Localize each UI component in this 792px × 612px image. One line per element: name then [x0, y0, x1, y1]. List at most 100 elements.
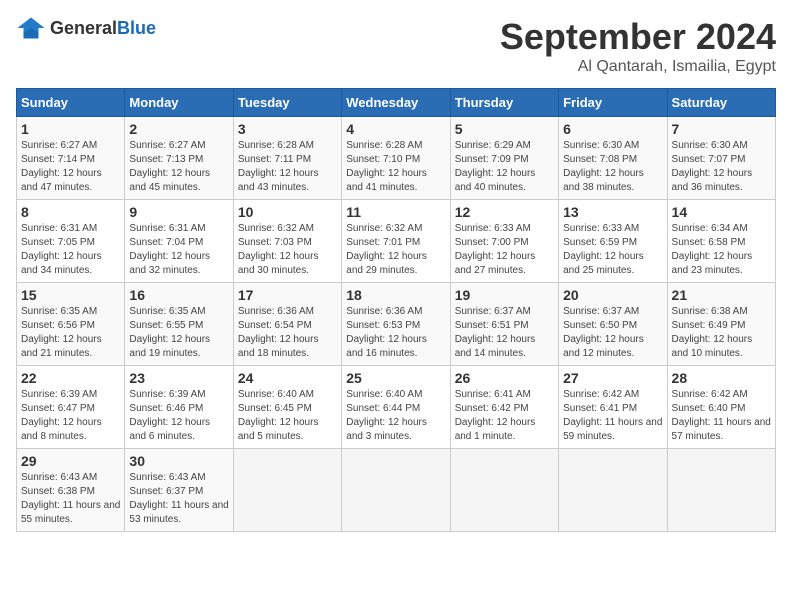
logo: GeneralBlue — [16, 16, 156, 40]
day-info: Sunrise: 6:39 AM Sunset: 6:47 PM Dayligh… — [21, 388, 120, 444]
day-info: Sunrise: 6:38 AM Sunset: 6:49 PM Dayligh… — [672, 305, 771, 361]
logo-blue: Blue — [117, 18, 156, 38]
day-info: Sunrise: 6:34 AM Sunset: 6:58 PM Dayligh… — [672, 222, 771, 278]
day-info: Sunrise: 6:28 AM Sunset: 7:10 PM Dayligh… — [346, 139, 445, 195]
day-info: Sunrise: 6:36 AM Sunset: 6:54 PM Dayligh… — [238, 305, 337, 361]
table-row: 7 Sunrise: 6:30 AM Sunset: 7:07 PM Dayli… — [667, 117, 775, 200]
day-number: 2 — [129, 121, 228, 137]
table-row — [559, 449, 667, 532]
table-row: 12 Sunrise: 6:33 AM Sunset: 7:00 PM Dayl… — [450, 200, 558, 283]
logo-text: GeneralBlue — [50, 18, 156, 39]
day-number: 11 — [346, 204, 445, 220]
table-row: 3 Sunrise: 6:28 AM Sunset: 7:11 PM Dayli… — [233, 117, 341, 200]
table-row: 25 Sunrise: 6:40 AM Sunset: 6:44 PM Dayl… — [342, 366, 450, 449]
table-row — [342, 449, 450, 532]
day-info: Sunrise: 6:29 AM Sunset: 7:09 PM Dayligh… — [455, 139, 554, 195]
day-info: Sunrise: 6:43 AM Sunset: 6:38 PM Dayligh… — [21, 471, 120, 527]
calendar-week-2: 8 Sunrise: 6:31 AM Sunset: 7:05 PM Dayli… — [17, 200, 776, 283]
day-info: Sunrise: 6:37 AM Sunset: 6:51 PM Dayligh… — [455, 305, 554, 361]
table-row — [233, 449, 341, 532]
table-row: 14 Sunrise: 6:34 AM Sunset: 6:58 PM Dayl… — [667, 200, 775, 283]
day-info: Sunrise: 6:35 AM Sunset: 6:55 PM Dayligh… — [129, 305, 228, 361]
col-wednesday: Wednesday — [342, 89, 450, 117]
day-number: 17 — [238, 287, 337, 303]
day-number: 19 — [455, 287, 554, 303]
day-number: 23 — [129, 370, 228, 386]
day-number: 21 — [672, 287, 771, 303]
day-info: Sunrise: 6:31 AM Sunset: 7:05 PM Dayligh… — [21, 222, 120, 278]
day-info: Sunrise: 6:42 AM Sunset: 6:41 PM Dayligh… — [563, 388, 662, 444]
calendar-table: Sunday Monday Tuesday Wednesday Thursday… — [16, 88, 776, 532]
location-title: Al Qantarah, Ismailia, Egypt — [500, 58, 776, 76]
title-block: September 2024 Al Qantarah, Ismailia, Eg… — [500, 16, 776, 76]
day-number: 26 — [455, 370, 554, 386]
table-row: 13 Sunrise: 6:33 AM Sunset: 6:59 PM Dayl… — [559, 200, 667, 283]
table-row: 20 Sunrise: 6:37 AM Sunset: 6:50 PM Dayl… — [559, 283, 667, 366]
logo-general: General — [50, 18, 117, 38]
day-info: Sunrise: 6:32 AM Sunset: 7:03 PM Dayligh… — [238, 222, 337, 278]
day-number: 3 — [238, 121, 337, 137]
table-row: 28 Sunrise: 6:42 AM Sunset: 6:40 PM Dayl… — [667, 366, 775, 449]
table-row: 15 Sunrise: 6:35 AM Sunset: 6:56 PM Dayl… — [17, 283, 125, 366]
table-row: 22 Sunrise: 6:39 AM Sunset: 6:47 PM Dayl… — [17, 366, 125, 449]
col-monday: Monday — [125, 89, 233, 117]
day-number: 27 — [563, 370, 662, 386]
table-row: 24 Sunrise: 6:40 AM Sunset: 6:45 PM Dayl… — [233, 366, 341, 449]
col-saturday: Saturday — [667, 89, 775, 117]
table-row: 26 Sunrise: 6:41 AM Sunset: 6:42 PM Dayl… — [450, 366, 558, 449]
table-row: 9 Sunrise: 6:31 AM Sunset: 7:04 PM Dayli… — [125, 200, 233, 283]
day-info: Sunrise: 6:42 AM Sunset: 6:40 PM Dayligh… — [672, 388, 771, 444]
col-friday: Friday — [559, 89, 667, 117]
day-info: Sunrise: 6:30 AM Sunset: 7:08 PM Dayligh… — [563, 139, 662, 195]
calendar-week-4: 22 Sunrise: 6:39 AM Sunset: 6:47 PM Dayl… — [17, 366, 776, 449]
table-row: 4 Sunrise: 6:28 AM Sunset: 7:10 PM Dayli… — [342, 117, 450, 200]
table-row: 29 Sunrise: 6:43 AM Sunset: 6:38 PM Dayl… — [17, 449, 125, 532]
day-number: 15 — [21, 287, 120, 303]
day-info: Sunrise: 6:27 AM Sunset: 7:14 PM Dayligh… — [21, 139, 120, 195]
day-info: Sunrise: 6:33 AM Sunset: 6:59 PM Dayligh… — [563, 222, 662, 278]
table-row: 11 Sunrise: 6:32 AM Sunset: 7:01 PM Dayl… — [342, 200, 450, 283]
calendar-week-5: 29 Sunrise: 6:43 AM Sunset: 6:38 PM Dayl… — [17, 449, 776, 532]
table-row: 17 Sunrise: 6:36 AM Sunset: 6:54 PM Dayl… — [233, 283, 341, 366]
day-number: 25 — [346, 370, 445, 386]
day-info: Sunrise: 6:40 AM Sunset: 6:44 PM Dayligh… — [346, 388, 445, 444]
table-row: 27 Sunrise: 6:42 AM Sunset: 6:41 PM Dayl… — [559, 366, 667, 449]
day-info: Sunrise: 6:32 AM Sunset: 7:01 PM Dayligh… — [346, 222, 445, 278]
table-row: 1 Sunrise: 6:27 AM Sunset: 7:14 PM Dayli… — [17, 117, 125, 200]
day-info: Sunrise: 6:28 AM Sunset: 7:11 PM Dayligh… — [238, 139, 337, 195]
table-row: 16 Sunrise: 6:35 AM Sunset: 6:55 PM Dayl… — [125, 283, 233, 366]
table-row: 10 Sunrise: 6:32 AM Sunset: 7:03 PM Dayl… — [233, 200, 341, 283]
day-number: 12 — [455, 204, 554, 220]
day-info: Sunrise: 6:39 AM Sunset: 6:46 PM Dayligh… — [129, 388, 228, 444]
table-row — [450, 449, 558, 532]
col-sunday: Sunday — [17, 89, 125, 117]
day-number: 18 — [346, 287, 445, 303]
day-number: 22 — [21, 370, 120, 386]
day-info: Sunrise: 6:43 AM Sunset: 6:37 PM Dayligh… — [129, 471, 228, 527]
day-number: 20 — [563, 287, 662, 303]
page-header: GeneralBlue September 2024 Al Qantarah, … — [16, 16, 776, 76]
table-row: 23 Sunrise: 6:39 AM Sunset: 6:46 PM Dayl… — [125, 366, 233, 449]
table-row: 2 Sunrise: 6:27 AM Sunset: 7:13 PM Dayli… — [125, 117, 233, 200]
table-row: 18 Sunrise: 6:36 AM Sunset: 6:53 PM Dayl… — [342, 283, 450, 366]
day-number: 7 — [672, 121, 771, 137]
day-number: 28 — [672, 370, 771, 386]
day-number: 8 — [21, 204, 120, 220]
day-number: 29 — [21, 453, 120, 469]
logo-icon — [16, 16, 46, 40]
day-number: 14 — [672, 204, 771, 220]
day-number: 6 — [563, 121, 662, 137]
day-info: Sunrise: 6:40 AM Sunset: 6:45 PM Dayligh… — [238, 388, 337, 444]
day-info: Sunrise: 6:35 AM Sunset: 6:56 PM Dayligh… — [21, 305, 120, 361]
day-number: 5 — [455, 121, 554, 137]
day-number: 13 — [563, 204, 662, 220]
table-row: 30 Sunrise: 6:43 AM Sunset: 6:37 PM Dayl… — [125, 449, 233, 532]
day-number: 24 — [238, 370, 337, 386]
day-info: Sunrise: 6:41 AM Sunset: 6:42 PM Dayligh… — [455, 388, 554, 444]
calendar-week-1: 1 Sunrise: 6:27 AM Sunset: 7:14 PM Dayli… — [17, 117, 776, 200]
table-row: 8 Sunrise: 6:31 AM Sunset: 7:05 PM Dayli… — [17, 200, 125, 283]
day-number: 30 — [129, 453, 228, 469]
table-row: 6 Sunrise: 6:30 AM Sunset: 7:08 PM Dayli… — [559, 117, 667, 200]
header-row: Sunday Monday Tuesday Wednesday Thursday… — [17, 89, 776, 117]
day-info: Sunrise: 6:33 AM Sunset: 7:00 PM Dayligh… — [455, 222, 554, 278]
